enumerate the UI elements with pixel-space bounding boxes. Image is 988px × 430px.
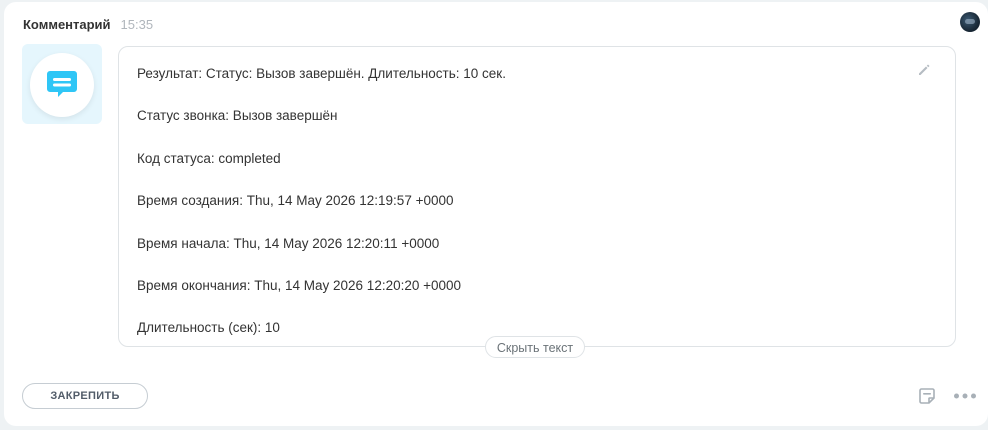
comment-line-duration: Длительность (сек): 10 bbox=[137, 320, 280, 336]
comment-content-box: Результат: Статус: Вызов завершён. Длите… bbox=[118, 46, 956, 347]
timeline-comment-card: Комментарий 15:35 Результат: Статус: Выз… bbox=[4, 2, 988, 426]
comment-line-start-time: Время начала: Thu, 14 May 2026 12:20:11 … bbox=[137, 235, 440, 251]
comment-header: Комментарий 15:35 bbox=[23, 14, 153, 34]
chat-bubble-icon bbox=[47, 71, 77, 97]
pin-button[interactable]: ЗАКРЕПИТЬ bbox=[22, 383, 148, 409]
comment-time: 15:35 bbox=[120, 16, 154, 32]
comment-line-end-time: Время окончания: Thu, 14 May 2026 12:20:… bbox=[137, 277, 462, 293]
author-avatar[interactable] bbox=[960, 12, 980, 32]
comment-line-call-status: Статус звонка: Вызов завершён bbox=[137, 108, 338, 124]
comment-type-icon-circle bbox=[30, 53, 94, 117]
comment-type-icon-box bbox=[22, 44, 102, 124]
pencil-icon[interactable] bbox=[917, 63, 931, 77]
comment-line-created-time: Время создания: Thu, 14 May 2026 12:19:5… bbox=[137, 193, 454, 209]
more-dots-icon[interactable] bbox=[953, 390, 977, 402]
comment-text: Результат: Статус: Вызов завершён. Длите… bbox=[137, 64, 506, 361]
comment-title: Комментарий bbox=[23, 16, 111, 32]
comment-line-status-code: Код статуса: completed bbox=[137, 150, 281, 166]
comment-line-result: Результат: Статус: Вызов завершён. Длите… bbox=[137, 66, 506, 81]
hide-text-button[interactable]: Скрыть текст bbox=[485, 336, 585, 358]
note-icon[interactable] bbox=[918, 387, 936, 405]
